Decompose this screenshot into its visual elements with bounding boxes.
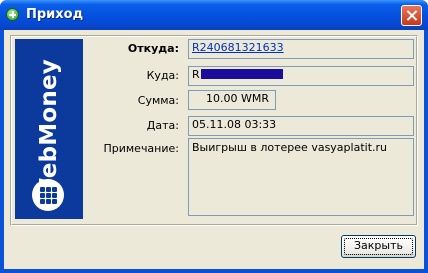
note-label: Примечание: (103, 142, 179, 155)
webmoney-globe-icon (32, 179, 64, 211)
from-label: Откуда: (127, 42, 179, 55)
webmoney-banner: WebMoney (15, 39, 83, 219)
amount-label: Сумма: (137, 94, 179, 107)
dialog-body: WebMoney Откуда: R240681321633 Куда: R С… (4, 30, 424, 269)
date-label: Дата: (146, 119, 179, 132)
date-value: 05.11.08 03:33 (192, 118, 277, 131)
close-button[interactable]: Закрыть (341, 235, 416, 258)
to-purse-field[interactable]: R (188, 66, 414, 86)
close-icon[interactable] (401, 5, 422, 26)
amount-value: 10.00 WMR (206, 92, 269, 105)
note-value: Выигрыш в лотерее vasyaplatit.ru (192, 141, 388, 154)
income-plus-icon (6, 8, 19, 21)
redacted-purse-number (200, 69, 283, 79)
to-label: Куда: (146, 69, 179, 82)
note-field[interactable]: Выигрыш в лотерее vasyaplatit.ru (188, 138, 414, 216)
date-field[interactable]: 05.11.08 03:33 (188, 116, 414, 136)
to-purse-value: R (192, 68, 200, 81)
amount-field[interactable]: 10.00 WMR (188, 90, 276, 110)
titlebar[interactable]: Приход (0, 0, 428, 30)
from-purse-field[interactable]: R240681321633 (188, 39, 414, 59)
dialog-window: Приход WebMoney Откуда: R240681321633 Ку… (0, 0, 428, 273)
from-purse-link[interactable]: R240681321633 (192, 41, 284, 54)
window-title: Приход (26, 7, 84, 22)
